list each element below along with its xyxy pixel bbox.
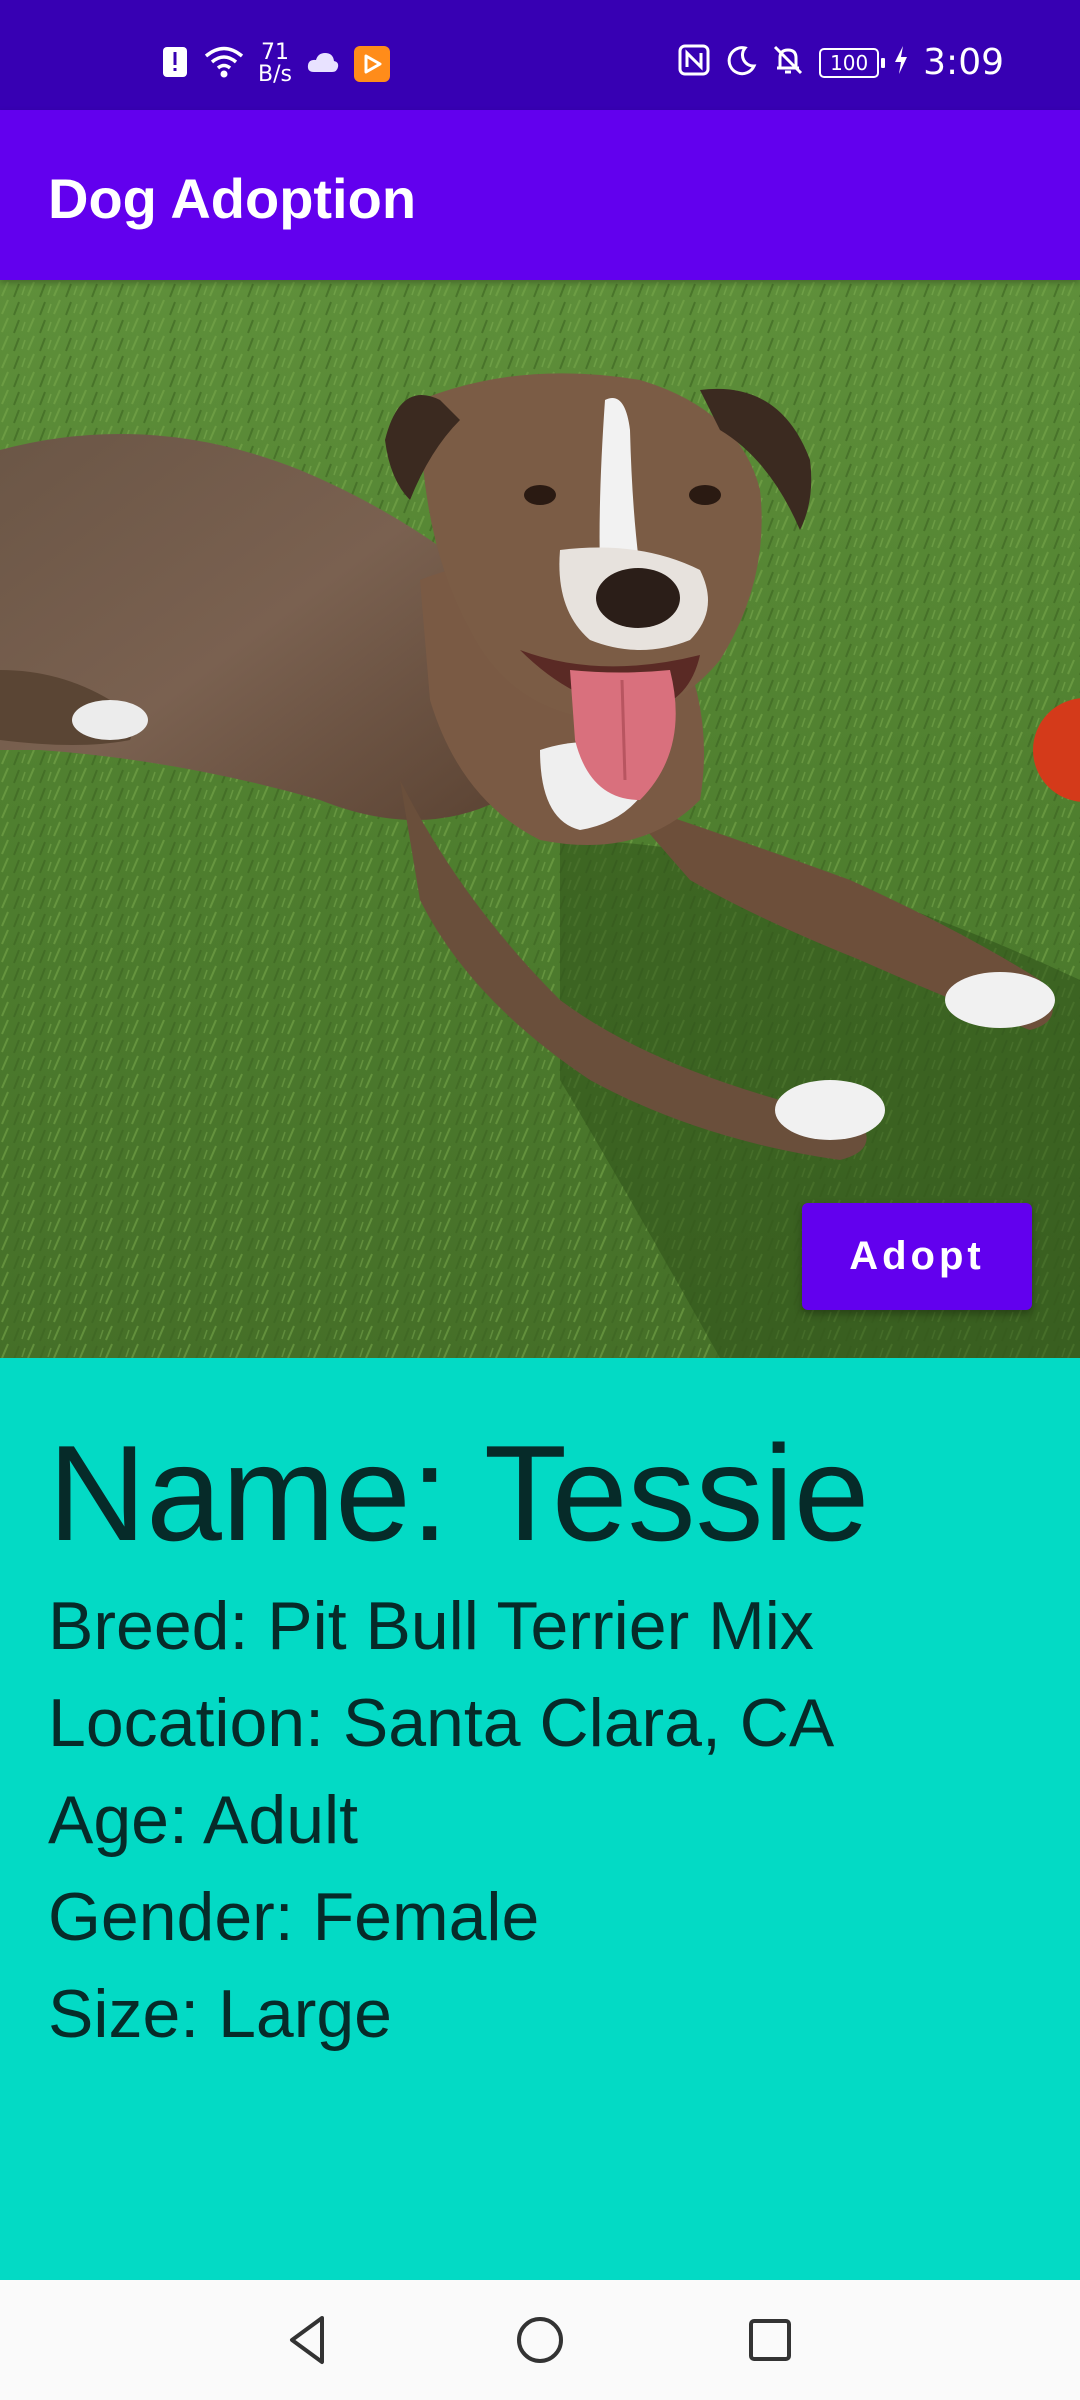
location-text: Location: Santa Clara, CA — [48, 1685, 835, 1761]
dog-info-list: Breed: Pit Bull Terrier Mix Location: Sa… — [48, 1578, 834, 2063]
breed-text: Breed: Pit Bull Terrier Mix — [48, 1588, 814, 1664]
wifi-icon — [204, 45, 244, 84]
screen: 71 B/s 100 3:09 Dog Adoption Adopt Name:… — [0, 0, 1080, 2400]
gender-text: Gender: Female — [48, 1879, 540, 1955]
system-nav-bar — [0, 2280, 1080, 2400]
app-title: Dog Adoption — [48, 167, 417, 230]
app-bar: Dog Adoption — [0, 110, 1080, 280]
net-speed-value: 71 — [260, 40, 289, 65]
adopt-button[interactable]: Adopt — [802, 1203, 1032, 1310]
status-left: 71 B/s — [160, 42, 390, 86]
charging-icon — [893, 45, 909, 80]
net-speed: 71 B/s — [258, 42, 292, 86]
age-text: Age: Adult — [48, 1782, 359, 1858]
play-app-icon — [353, 46, 390, 82]
moon-icon — [725, 44, 757, 81]
battery-icon: 100 — [819, 47, 886, 78]
nfc-icon — [677, 43, 711, 82]
home-icon[interactable] — [510, 2310, 570, 2370]
net-speed-unit: B/s — [258, 62, 292, 87]
recents-icon[interactable] — [740, 2310, 800, 2370]
size-text: Size: Large — [48, 1976, 392, 2052]
alert-icon — [160, 45, 190, 84]
cloud-icon — [306, 50, 340, 79]
bell-off-icon — [771, 43, 805, 82]
dog-details-panel: Name: Tessie Breed: Pit Bull Terrier Mix… — [0, 1358, 1080, 2280]
status-right: 100 3:09 — [677, 42, 1004, 83]
dog-photo — [0, 280, 1080, 1358]
back-icon[interactable] — [280, 2310, 340, 2370]
status-bar: 71 B/s 100 3:09 — [0, 0, 1080, 110]
clock: 3:09 — [923, 42, 1004, 83]
dog-name: Name: Tessie — [48, 1417, 870, 1569]
